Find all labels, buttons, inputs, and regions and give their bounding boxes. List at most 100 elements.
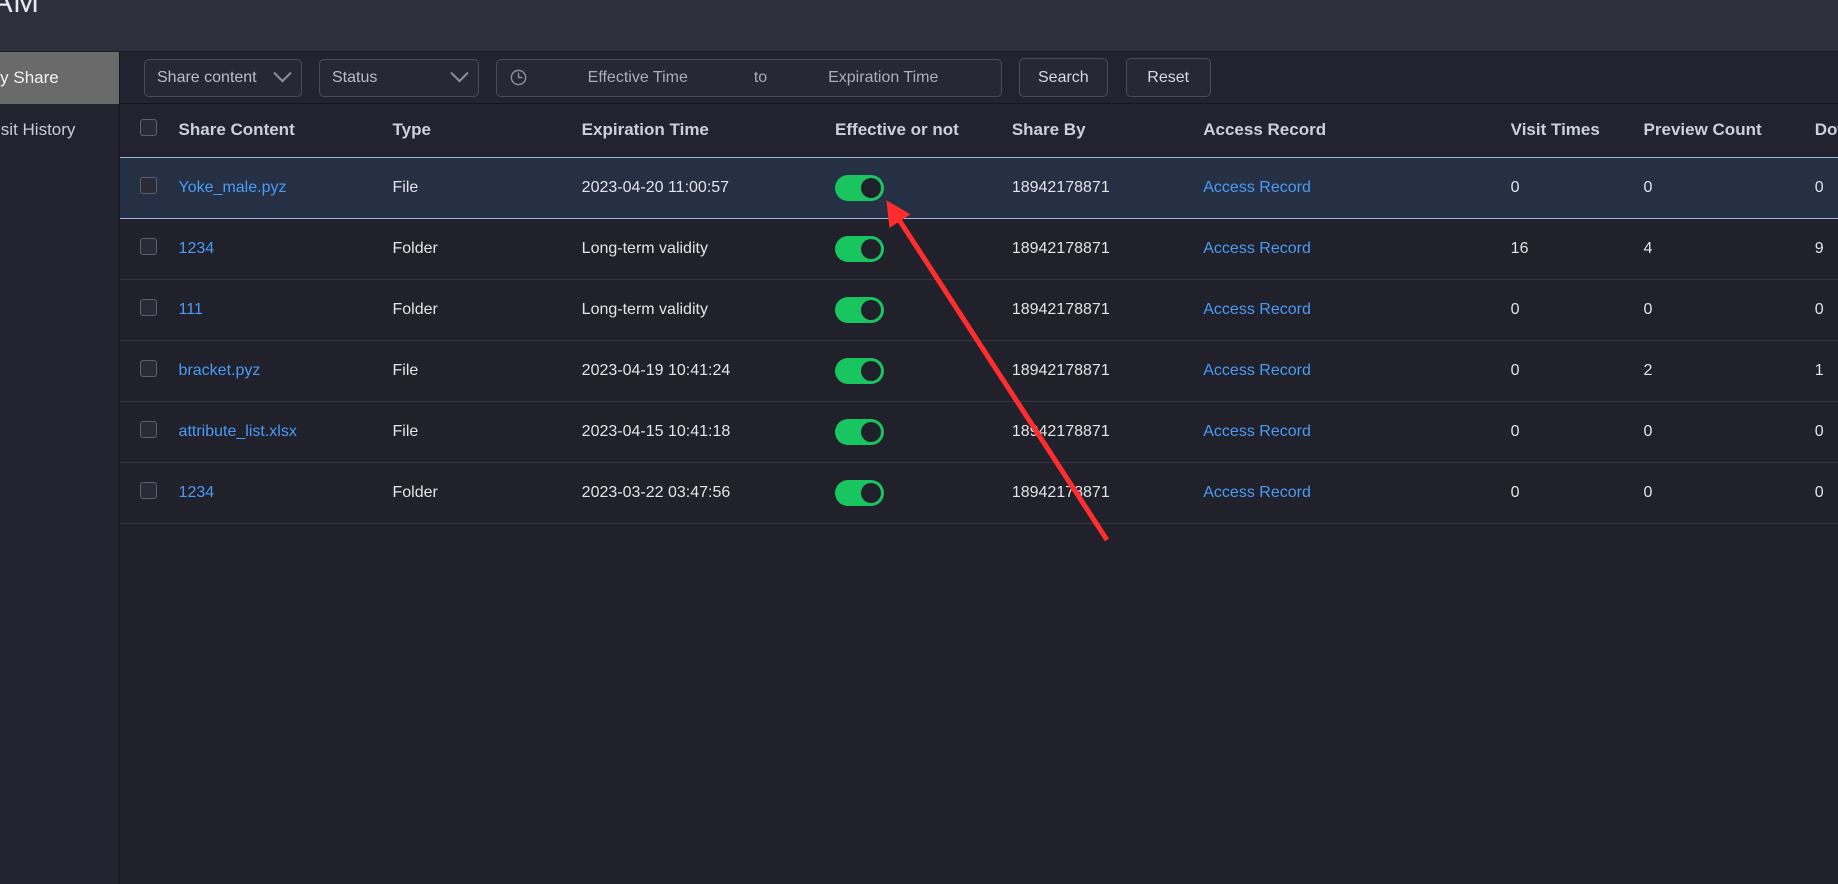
date-range-picker[interactable]: Effective Time to Expiration Time [496,58,1002,97]
cell-download-count: 9 [1814,218,1838,280]
row-checkbox[interactable] [140,176,157,194]
row-select-cell [120,156,179,219]
share-content-link[interactable]: 1234 [179,240,215,257]
effective-toggle[interactable] [835,479,885,506]
th-type[interactable]: Type [392,104,582,157]
table-row[interactable]: 111 Folder Long-term validity 18942178871 Ac… [120,279,1838,341]
row-checkbox[interactable] [140,481,157,499]
cell-effective-or-not [835,401,1012,463]
cell-download-count: 1 [1814,340,1838,402]
cell-visit-times: 0 [1510,156,1644,219]
effective-toggle[interactable] [835,235,885,262]
cell-expiration-time: 2023-04-15 10:41:18 [581,401,836,463]
status-select-label: Status [332,68,378,86]
th-expiration-time[interactable]: Expiration Time [581,104,836,157]
table-row[interactable]: 1234 Folder Long-term validity 18942178871 A… [120,218,1838,280]
cell-share-content: Yoke_male.pyz [178,156,393,219]
table-row[interactable]: Yoke_male.pyz File 2023-04-20 11:00:57 1894… [120,156,1838,219]
cell-type: File [392,401,582,463]
toggle-knob [861,177,882,198]
cell-share-by: 18942178871 [1011,401,1204,463]
th-download-count[interactable]: Download Count [1814,104,1838,157]
row-checkbox[interactable] [140,359,157,377]
th-select-all [120,104,179,157]
effective-toggle[interactable] [835,296,885,323]
cell-expiration-time: 2023-04-19 10:41:24 [581,340,836,402]
expiration-time-input[interactable]: Expiration Time [778,69,990,87]
th-share-content[interactable]: Share Content [178,104,393,157]
sidebar: My Share Visit History [0,52,120,884]
table-row[interactable]: attribute_list.xlsx File 2023-04-15 10:41:… [120,401,1838,463]
share-content-link[interactable]: 1234 [179,484,215,501]
cell-share-content: bracket.pyz [178,340,393,402]
toggle-knob [861,482,882,503]
row-checkbox[interactable] [140,420,157,438]
cell-effective-or-not [835,218,1012,280]
sidebar-item-visit-history[interactable]: Visit History [0,104,119,156]
effective-toggle[interactable] [835,418,885,445]
toggle-knob [861,421,882,442]
cell-download-count: 0 [1814,462,1838,524]
sidebar-item-my-share[interactable]: My Share [0,52,119,104]
search-button[interactable]: Search [1019,58,1108,97]
row-checkbox[interactable] [140,237,157,255]
cell-download-count: 0 [1814,401,1838,463]
share-content-select[interactable]: Share content [144,58,302,97]
cell-share-content: 111 [178,279,393,341]
th-visit-times[interactable]: Visit Times [1510,104,1644,157]
effective-time-input[interactable]: Effective Time [532,69,744,87]
cell-type: Folder [392,218,582,280]
cell-visit-times: 0 [1510,401,1644,463]
th-share-by[interactable]: Share By [1011,104,1204,157]
cell-visit-times: 0 [1510,279,1644,341]
cell-type: File [392,340,582,402]
cell-share-content: 1234 [178,218,393,280]
cell-preview-count: 2 [1643,340,1815,402]
toggle-knob [861,238,882,259]
access-record-link[interactable]: Access Record [1203,240,1311,257]
th-access-record[interactable]: Access Record [1203,104,1511,157]
table-row[interactable]: bracket.pyz File 2023-04-19 10:41:24 189421… [120,340,1838,402]
share-content-link[interactable]: 111 [179,301,203,318]
effective-toggle[interactable] [835,357,885,384]
cell-effective-or-not [835,462,1012,524]
access-record-link[interactable]: Access Record [1203,484,1311,501]
effective-toggle[interactable] [835,174,885,201]
cell-effective-or-not [835,156,1012,219]
th-effective-or-not[interactable]: Effective or not [835,104,1012,157]
access-record-link[interactable]: Access Record [1203,179,1311,196]
share-content-link[interactable]: Yoke_male.pyz [179,179,287,196]
range-separator: to [753,68,768,86]
select-all-checkbox[interactable] [140,119,157,137]
share-content-link[interactable]: attribute_list.xlsx [179,423,297,440]
cell-access-record: Access Record [1203,401,1511,463]
row-select-cell [120,279,179,341]
reset-button[interactable]: Reset [1125,58,1211,97]
status-select[interactable]: Status [319,58,479,97]
cell-effective-or-not [835,279,1012,341]
th-preview-count[interactable]: Preview Count [1643,104,1815,157]
main-content: Share content Status Effective Time to E… [120,52,1838,884]
access-record-link[interactable]: Access Record [1203,362,1311,379]
cell-download-count: 0 [1814,279,1838,341]
toggle-knob [861,299,882,320]
cell-share-by: 18942178871 [1011,462,1204,524]
share-content-link[interactable]: bracket.pyz [179,362,261,379]
chevron-down-icon [273,64,292,83]
row-checkbox[interactable] [140,298,157,316]
cell-expiration-time: 2023-04-20 11:00:57 [581,156,836,219]
cell-preview-count: 0 [1643,462,1815,524]
access-record-link[interactable]: Access Record [1203,423,1311,440]
row-select-cell [120,462,179,524]
cell-download-count: 0 [1814,156,1838,219]
share-management-page: AM My Share Visit History Share content … [0,0,1838,884]
table-row[interactable]: 1234 Folder 2023-03-22 03:47:56 18942178871… [120,462,1838,524]
cell-access-record: Access Record [1203,218,1511,280]
cell-expiration-time: Long-term validity [581,218,836,280]
cell-share-content: attribute_list.xlsx [178,401,393,463]
row-select-cell [120,401,179,463]
access-record-link[interactable]: Access Record [1203,301,1311,318]
cell-share-by: 18942178871 [1011,340,1204,402]
cell-effective-or-not [835,340,1012,402]
cell-type: Folder [392,462,582,524]
